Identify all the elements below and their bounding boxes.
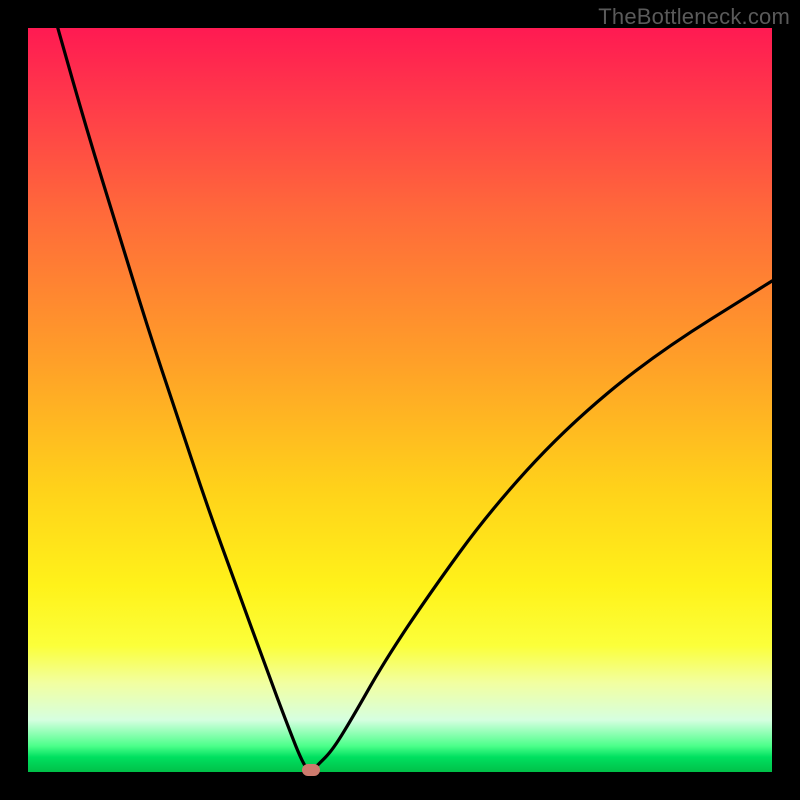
plot-area <box>28 28 772 772</box>
minimum-marker <box>302 764 320 776</box>
watermark-text: TheBottleneck.com <box>598 4 790 30</box>
bottleneck-curve <box>28 28 772 772</box>
chart-frame: TheBottleneck.com <box>0 0 800 800</box>
